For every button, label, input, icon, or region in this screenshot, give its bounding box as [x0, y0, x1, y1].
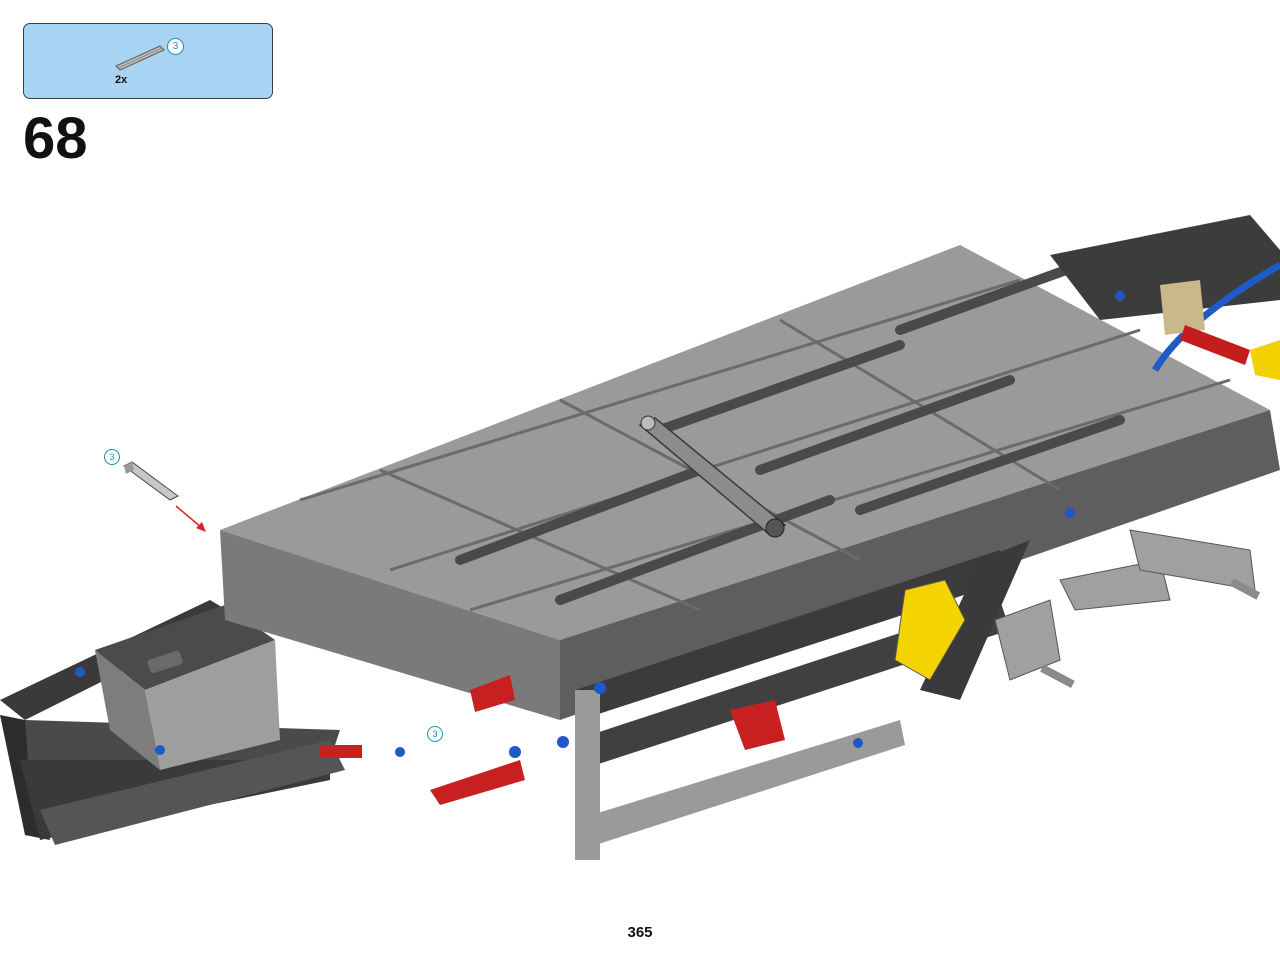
page-number: 365: [627, 924, 653, 941]
insertion-arrow: [175, 505, 206, 532]
free-axle-part: [123, 461, 179, 501]
chassis-assembly-illustration: [0, 215, 1280, 860]
free-axle-callout: 3: [104, 449, 120, 465]
inserted-axle-callout: 3: [427, 726, 443, 742]
